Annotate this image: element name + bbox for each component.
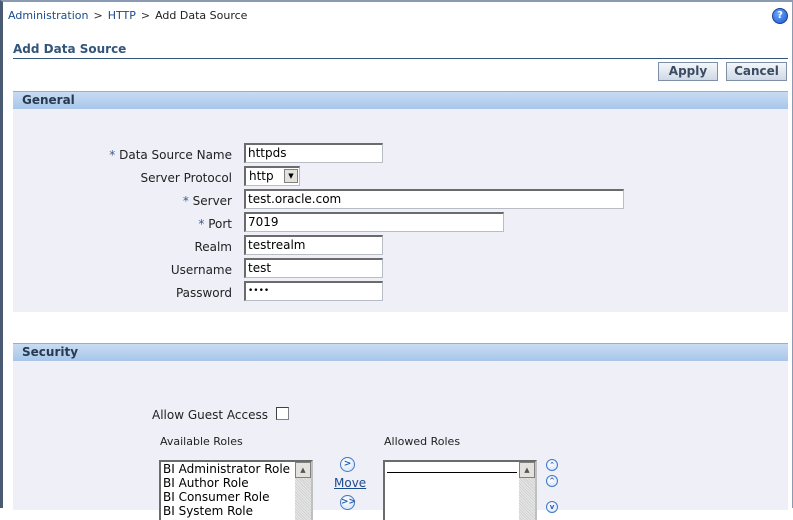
username-input[interactable]: test [244,258,383,278]
apply-button[interactable]: Apply [658,62,718,81]
page-title: Add Data Source [13,42,127,56]
allow-guest-access-label: Allow Guest Access [152,408,268,422]
server-protocol-select[interactable]: http ▼ [244,166,300,186]
breadcrumb-administration[interactable]: Administration [8,9,89,22]
breadcrumb-current: Add Data Source [155,9,248,22]
empty-placeholder-line [387,466,517,473]
realm-label: Realm [194,240,232,254]
allow-guest-access-checkbox[interactable] [276,407,289,420]
cancel-button[interactable]: Cancel [726,62,787,81]
scrollbar[interactable]: ▲ [295,462,311,520]
server-input[interactable]: test.oracle.com [244,189,624,209]
general-section-header[interactable]: General [13,91,788,109]
username-label: Username [170,263,232,277]
breadcrumb: Administration > HTTP > Add Data Source [8,9,247,22]
available-roles-list[interactable]: BI Administrator Role BI Author Role BI … [159,460,313,520]
breadcrumb-separator: > [140,9,151,22]
allowed-roles-list[interactable]: ▲ [383,460,537,520]
security-section-header[interactable]: Security [13,343,788,361]
server-protocol-value: http [249,169,274,183]
move-to-top-icon[interactable]: ⌃ [546,459,558,471]
scroll-up-icon[interactable]: ▲ [519,462,535,478]
scroll-up-icon[interactable]: ▲ [295,462,311,478]
required-marker: * [109,148,116,162]
chevron-down-icon[interactable]: ▼ [284,169,298,183]
server-protocol-label: Server Protocol [140,171,232,185]
general-section-body [13,109,788,312]
help-icon[interactable]: ? [772,8,788,24]
allowed-roles-label: Allowed Roles [384,435,461,448]
breadcrumb-separator: > [93,9,103,22]
port-input[interactable]: 7019 [244,212,504,232]
window-frame: Administration > HTTP > Add Data Source ? Ad… [0,0,793,520]
label-text: Port [208,217,232,231]
password-input[interactable]: •••• [244,281,383,301]
list-item[interactable]: BI System Role [161,504,311,518]
data-source-name-input[interactable]: httpds [244,143,383,163]
scrollbar[interactable]: ▲ [519,462,535,520]
server-label: * Server [183,194,232,208]
move-down-icon[interactable]: v [546,501,558,513]
breadcrumb-http[interactable]: HTTP [108,9,136,22]
move-link[interactable]: Move [334,476,366,490]
available-roles-label: Available Roles [160,435,243,448]
list-item[interactable]: BI Author Role [161,476,311,490]
move-right-icon[interactable]: > [340,457,355,472]
title-divider [13,58,788,59]
list-item[interactable]: BI Administrator Role [161,462,311,476]
required-marker: * [182,194,189,208]
port-label: * Port [198,217,232,231]
password-label: Password [175,286,232,300]
move-up-icon[interactable]: ^ [546,475,558,487]
data-source-name-label: * Data Source Name [109,148,232,162]
realm-input[interactable]: testrealm [244,235,383,255]
required-marker: * [198,217,205,231]
label-text: Server [192,194,232,208]
list-item[interactable]: BI Consumer Role [161,490,311,504]
label-text: Data Source Name [119,148,232,162]
